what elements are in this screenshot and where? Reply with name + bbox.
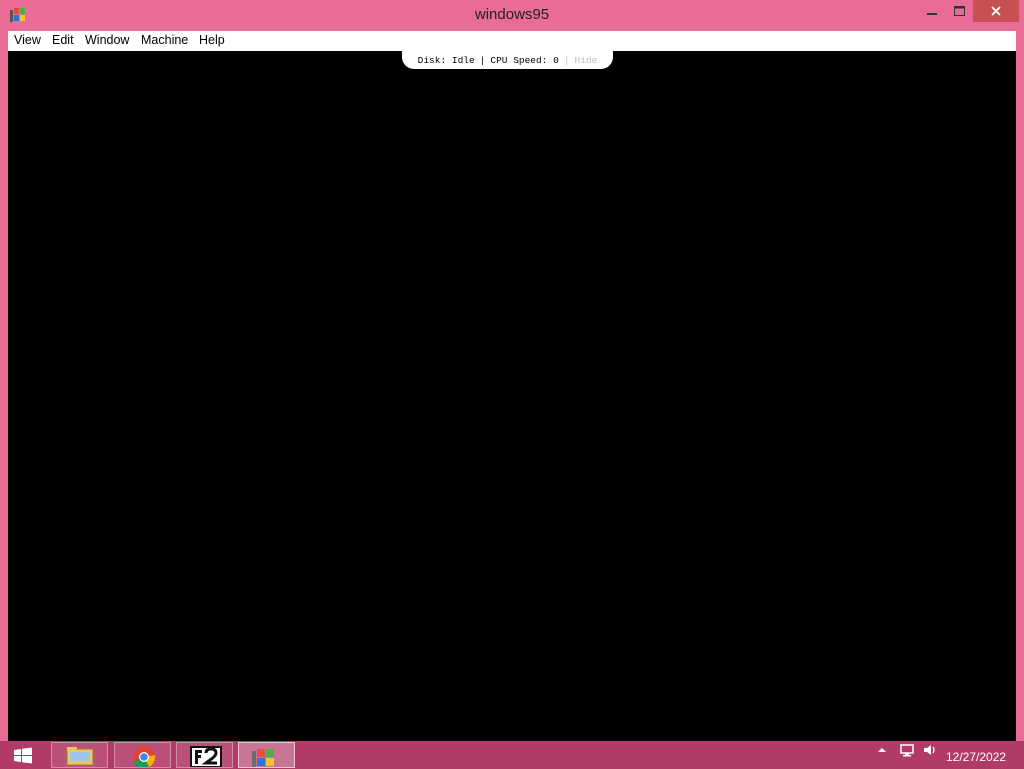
taskbar-clock[interactable]: 12/27/2022 — [946, 750, 1006, 764]
hide-status-link[interactable]: Hide — [575, 55, 598, 66]
taskbar-file-explorer[interactable] — [51, 742, 108, 768]
maximize-button[interactable] — [946, 0, 973, 22]
network-icon[interactable] — [899, 743, 915, 762]
disk-label: Disk: — [417, 54, 447, 66]
chrome-icon — [133, 746, 156, 767]
menu-help[interactable]: Help — [199, 33, 225, 47]
title-bar[interactable]: windows95 — [0, 0, 1024, 31]
app-window: windows95 View Edit Window Machine Help … — [0, 0, 1024, 748]
emulator-screen[interactable]: Disk: Idle | CPU Speed: 0 | Hide — [8, 51, 1016, 741]
cpu-speed-label: CPU Speed: — [490, 54, 548, 66]
disk-status: Idle — [451, 54, 475, 66]
maximize-icon — [954, 6, 965, 16]
f2-app-icon — [190, 746, 222, 767]
taskbar-windows95[interactable] — [238, 742, 295, 768]
file-explorer-icon — [66, 747, 94, 766]
taskbar-chrome[interactable] — [114, 742, 171, 768]
start-button[interactable] — [8, 744, 44, 768]
taskbar: 12/27/2022 — [0, 741, 1024, 768]
status-bar: Disk: Idle | CPU Speed: 0 | Hide — [402, 51, 613, 69]
cpu-speed-value: 0 — [553, 54, 559, 66]
close-button[interactable] — [973, 0, 1019, 22]
status-separator: | — [563, 54, 570, 66]
menu-machine[interactable]: Machine — [141, 33, 188, 47]
status-separator: | — [479, 54, 486, 66]
tray-arrow-icon[interactable] — [876, 743, 888, 761]
menu-edit[interactable]: Edit — [52, 33, 74, 47]
menu-window[interactable]: Window — [85, 33, 129, 47]
menu-view[interactable]: View — [14, 33, 41, 47]
windows-start-icon — [14, 747, 32, 764]
taskbar-f2-app[interactable] — [176, 742, 233, 768]
menu-bar: View Edit Window Machine Help — [8, 31, 1016, 51]
minimize-icon — [926, 13, 937, 15]
minimize-button[interactable] — [917, 0, 946, 22]
volume-icon[interactable] — [922, 743, 938, 762]
close-icon — [991, 6, 1001, 16]
window-title: windows95 — [474, 6, 550, 23]
windows95-app-icon — [252, 749, 274, 767]
